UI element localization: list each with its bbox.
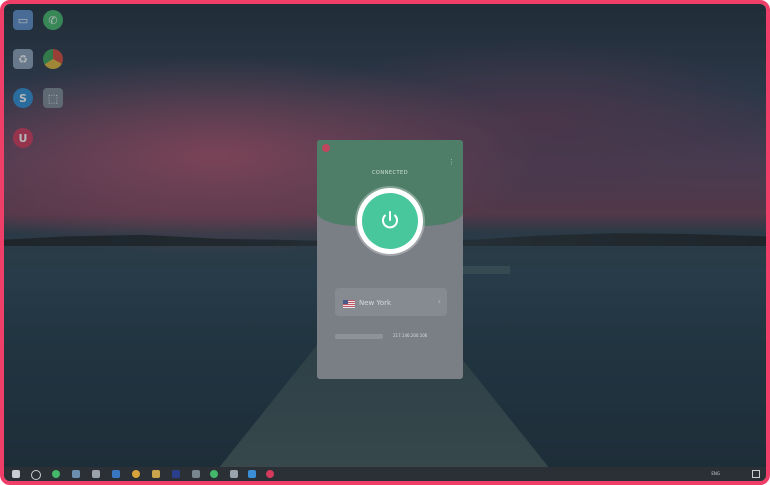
location-name: New York [359, 299, 392, 307]
pinned-app-icon[interactable] [230, 470, 238, 478]
vpn-window: ⋮ CONNECTED New York › 217.146.200.106 [317, 140, 463, 379]
vpn-taskbar-icon[interactable] [266, 470, 274, 478]
mail-icon[interactable] [248, 470, 256, 478]
location-selector[interactable]: New York › [335, 288, 447, 316]
photoshop-icon[interactable] [172, 470, 180, 478]
start-windows-icon[interactable] [12, 470, 20, 478]
power-button-ring [357, 188, 423, 254]
grid-app-icon[interactable] [192, 470, 200, 478]
us-flag-icon [343, 300, 355, 308]
calculator-icon[interactable] [92, 470, 100, 478]
connection-status: CONNECTED [371, 170, 409, 176]
file-explorer-icon[interactable] [152, 470, 160, 478]
power-button[interactable] [362, 193, 418, 249]
ip-address-row: 217.146.200.106 [335, 331, 447, 341]
language-indicator[interactable]: ENG [711, 471, 720, 476]
ip-placeholder-bar [335, 334, 383, 339]
connection-stats [335, 352, 447, 362]
more-menu-icon[interactable]: ⋮ [448, 159, 455, 166]
notification-center-icon[interactable] [752, 470, 760, 478]
search-icon[interactable] [31, 470, 41, 480]
task-view-icon[interactable] [72, 470, 80, 478]
spotify-icon[interactable] [52, 470, 60, 478]
vpn-logo-icon [322, 144, 330, 152]
chevron-right-icon: › [437, 297, 441, 306]
ip-address: 217.146.200.106 [393, 333, 428, 338]
word-icon[interactable] [112, 470, 120, 478]
power-icon [382, 211, 398, 229]
taskbar: ENG [4, 467, 766, 481]
chrome-taskbar-icon[interactable] [132, 470, 140, 478]
screenshot-frame: ▭ ✆ ♻ S ⬚ U ⋮ CONNECTED New York › 217.1… [0, 0, 770, 485]
whatsapp-taskbar-icon[interactable] [210, 470, 218, 478]
